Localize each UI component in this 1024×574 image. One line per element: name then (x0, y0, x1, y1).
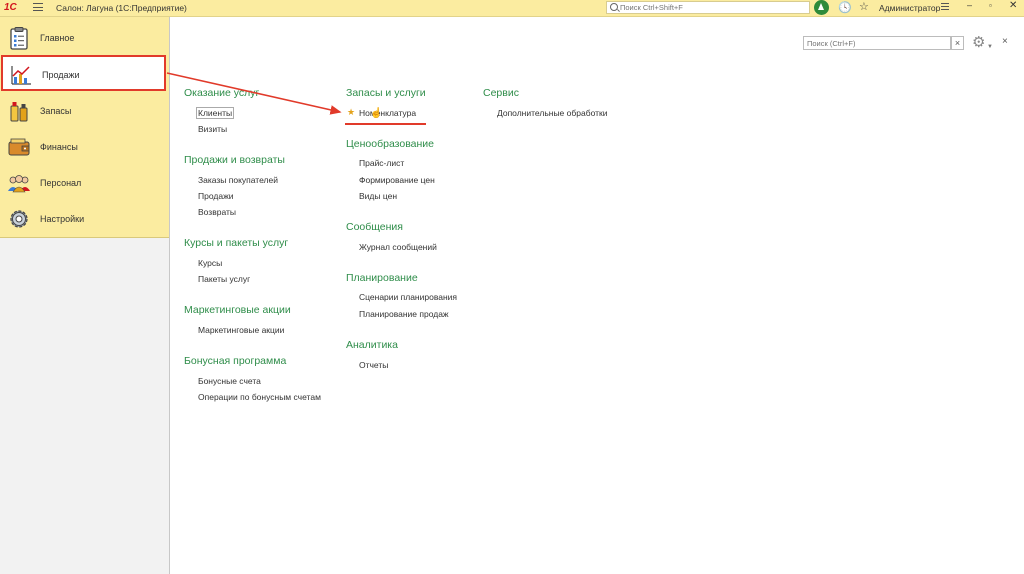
wallet-icon (8, 138, 30, 156)
link-price-forming[interactable]: Формирование цен (359, 175, 435, 185)
mouse-cursor-icon: ☝ (370, 108, 383, 119)
user-menu-icon[interactable] (941, 3, 949, 12)
link-additional-processing[interactable]: Дополнительные обработки (497, 108, 607, 118)
clipboard-icon (10, 27, 28, 50)
link-clients[interactable]: Клиенты (196, 107, 235, 119)
section-title: Ценообразование (346, 138, 434, 150)
main-menu-icon[interactable] (33, 3, 43, 11)
maximize-button[interactable]: ▫ (989, 1, 992, 10)
section-title: Продажи и возвраты (184, 154, 285, 166)
stock-bottles-icon (10, 102, 28, 122)
section-title: Бонусная программа (184, 355, 287, 367)
favorites-star-icon[interactable]: ☆ (859, 0, 869, 13)
global-search[interactable] (606, 1, 810, 14)
link-price-types[interactable]: Виды цен (359, 191, 397, 201)
gear-icon (10, 210, 28, 228)
highlight-underline (345, 123, 426, 125)
title-bar: 1С Салон: Лагуна (1С:Предприятие) 🕓 ☆ Ад… (0, 0, 1024, 17)
section-title: Курсы и пакеты услуг (184, 237, 289, 249)
link-customer-orders[interactable]: Заказы покупателей (198, 175, 278, 185)
search-icon (610, 3, 618, 11)
people-icon (8, 175, 30, 193)
link-price-list[interactable]: Прайс-лист (359, 158, 404, 168)
sidebar-item-main[interactable]: Главное (0, 19, 169, 55)
chevron-down-icon[interactable]: ▼ (987, 44, 993, 50)
section-title: Аналитика (346, 339, 398, 351)
link-planning-scenarios[interactable]: Сценарии планирования (359, 292, 457, 302)
1c-logo: 1С (4, 2, 17, 13)
panel-search[interactable] (803, 36, 951, 50)
sidebar-item-label: Главное (40, 33, 75, 43)
minimize-button[interactable]: – (967, 0, 972, 10)
sales-chart-icon (11, 66, 31, 85)
clear-search-button[interactable]: × (951, 36, 964, 50)
link-bonus-accounts[interactable]: Бонусные счета (198, 376, 261, 386)
sidebar-item-label: Персонал (40, 178, 82, 188)
link-sales[interactable]: Продажи (198, 191, 234, 201)
close-window-button[interactable]: ✕ (1009, 0, 1017, 11)
link-marketing-promos[interactable]: Маркетинговые акции (198, 325, 284, 335)
section-title: Маркетинговые акции (184, 304, 291, 316)
sidebar-item-label: Запасы (40, 106, 72, 116)
link-reports[interactable]: Отчеты (359, 360, 388, 370)
sidebar-item-stock[interactable]: Запасы (0, 92, 169, 128)
sidebar-item-sales[interactable]: Продажи (1, 55, 166, 91)
link-courses[interactable]: Курсы (198, 258, 222, 268)
notifications-icon[interactable] (814, 0, 829, 15)
sidebar-item-settings[interactable]: Настройки (0, 200, 169, 236)
sections-sidebar: Главное Продажи Запасы Финансы Персонал … (0, 17, 170, 574)
link-nomenclature[interactable]: Номенклатура (359, 108, 416, 118)
link-message-log[interactable]: Журнал сообщений (359, 242, 437, 252)
sidebar-item-label: Продажи (42, 70, 80, 80)
window-title: Салон: Лагуна (1С:Предприятие) (56, 3, 187, 13)
history-icon[interactable]: 🕓 (838, 1, 852, 14)
link-bonus-operations[interactable]: Операции по бонусным счетам (198, 392, 321, 402)
section-title: Запасы и услуги (346, 87, 426, 99)
panel-search-input[interactable] (804, 37, 950, 49)
section-title: Оказание услуг (184, 87, 260, 99)
sidebar-item-label: Финансы (40, 142, 78, 152)
sidebar-item-finance[interactable]: Финансы (0, 128, 169, 164)
link-service-packages[interactable]: Пакеты услуг (198, 274, 250, 284)
section-title: Планирование (346, 272, 418, 284)
sidebar-item-staff[interactable]: Персонал (0, 164, 169, 200)
link-returns[interactable]: Возвраты (198, 207, 236, 217)
user-name[interactable]: Администратор (879, 3, 940, 13)
link-visits[interactable]: Визиты (198, 124, 227, 134)
section-title: Сервис (483, 87, 519, 99)
close-panel-button[interactable]: × (1002, 36, 1008, 47)
favorite-star-icon[interactable]: ★ (347, 107, 355, 118)
settings-gear-icon[interactable]: ⚙ (972, 35, 985, 50)
global-search-input[interactable] (620, 2, 805, 13)
sidebar-item-label: Настройки (40, 214, 85, 224)
section-title: Сообщения (346, 221, 403, 233)
link-sales-planning[interactable]: Планирование продаж (359, 309, 449, 319)
